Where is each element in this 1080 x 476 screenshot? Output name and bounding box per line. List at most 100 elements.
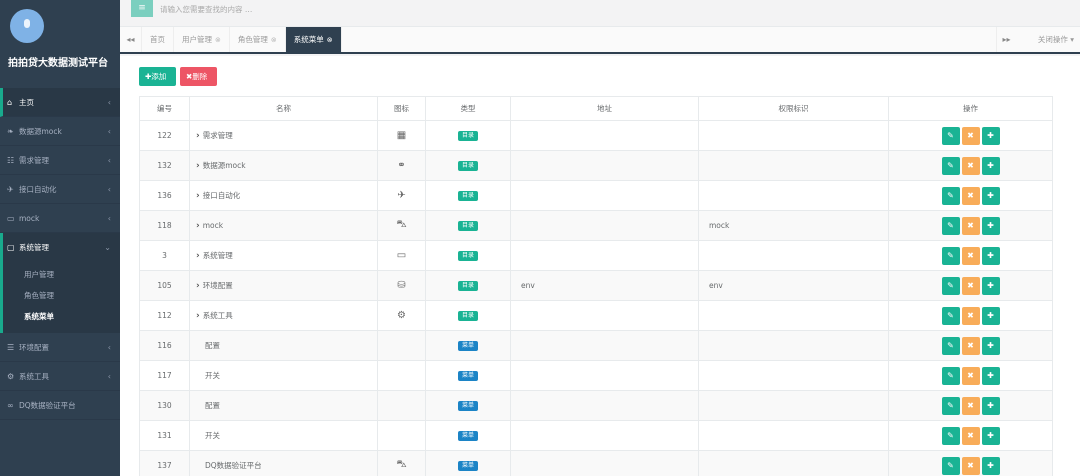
delete-row-button[interactable]: ✖	[961, 156, 980, 175]
edit-button[interactable]: ✎	[941, 426, 960, 445]
tab-close-icon[interactable]: ⊗	[327, 36, 333, 44]
close-operations-dropdown[interactable]: 关闭操作 ▾	[1038, 27, 1074, 52]
tab-item[interactable]: 系统菜单 ⊗	[285, 27, 342, 52]
delete-row-button[interactable]: ✖	[961, 366, 980, 385]
delete-row-button[interactable]: ✖	[961, 456, 980, 475]
avatar[interactable]	[10, 9, 44, 43]
row-address	[510, 240, 699, 271]
sidebar-item-label: 系统管理	[19, 243, 49, 252]
row-permission	[698, 390, 889, 421]
search-input[interactable]	[160, 2, 420, 16]
sidebar-subitem[interactable]: 角色管理	[3, 285, 120, 306]
delete-row-button[interactable]: ✖	[961, 246, 980, 265]
row-actions-cell: ✎ ✖ ✚	[888, 150, 1053, 181]
sidebar-item[interactable]: ▢ 系统管理 ⌄	[0, 233, 120, 262]
chevron-right-icon[interactable]: ›	[196, 311, 200, 321]
edit-button[interactable]: ✎	[941, 366, 960, 385]
sidebar-subitem[interactable]: 系统菜单	[3, 306, 120, 327]
delete-row-button[interactable]: ✖	[961, 306, 980, 325]
row-type-cell: 目录	[425, 150, 511, 181]
tab-close-icon[interactable]: ⊗	[271, 36, 277, 44]
tab-scroll-left-button[interactable]: ◂◂	[120, 27, 142, 52]
column-header: 操作	[888, 96, 1053, 121]
chevron-right-icon[interactable]: ›	[196, 191, 200, 201]
chevron-right-icon[interactable]: ›	[196, 251, 200, 261]
row-type-cell: 目录	[425, 270, 511, 301]
plane-icon: ✈	[7, 184, 14, 194]
row-icon-cell: ⛁	[377, 270, 426, 301]
row-type-cell: 菜单	[425, 450, 511, 476]
add-child-button[interactable]: ✚	[981, 366, 1000, 385]
delete-row-button[interactable]: ✖	[961, 186, 980, 205]
row-name: 配置	[205, 341, 220, 350]
row-actions: ✎ ✖ ✚	[889, 246, 1052, 265]
edit-button[interactable]: ✎	[941, 246, 960, 265]
row-name-cell: › 需求管理	[189, 120, 378, 151]
edit-button[interactable]: ✎	[941, 186, 960, 205]
delete-row-button[interactable]: ✖	[961, 126, 980, 145]
chevron-icon: ‹	[107, 184, 111, 194]
edit-button[interactable]: ✎	[941, 456, 960, 475]
row-name-cell: › mock	[189, 210, 378, 241]
row-actions-cell: ✎ ✖ ✚	[888, 210, 1053, 241]
row-type-cell: 目录	[425, 180, 511, 211]
sidebar-item[interactable]: ☷ 需求管理 ‹	[0, 146, 120, 175]
chevron-right-icon[interactable]: ›	[196, 161, 200, 171]
add-child-button[interactable]: ✚	[981, 126, 1000, 145]
delete-button[interactable]: ✖删除	[180, 67, 217, 86]
add-child-button[interactable]: ✚	[981, 396, 1000, 415]
column-header: 地址	[510, 96, 699, 121]
add-child-button[interactable]: ✚	[981, 456, 1000, 475]
delete-row-button[interactable]: ✖	[961, 216, 980, 235]
menu-toggle-button[interactable]: ≡	[131, 0, 153, 17]
type-badge: 目录	[457, 131, 478, 141]
add-child-button[interactable]: ✚	[981, 336, 1000, 355]
add-child-button[interactable]: ✚	[981, 216, 1000, 235]
row-permission	[698, 240, 889, 271]
tab-item[interactable]: 首页	[142, 27, 174, 52]
row-actions: ✎ ✖ ✚	[889, 306, 1052, 325]
chevron-icon: ‹	[107, 213, 111, 223]
sidebar-item[interactable]: ✈ 接口自动化 ‹	[0, 175, 120, 204]
delete-row-button[interactable]: ✖	[961, 426, 980, 445]
delete-row-button[interactable]: ✖	[961, 276, 980, 295]
tab-label: 角色管理	[237, 35, 268, 44]
chevron-right-icon[interactable]: ›	[196, 131, 200, 141]
table-row: 137 DQ数据验证平台 ⛍ 菜单 ✎ ✖ ✚	[139, 450, 1053, 476]
edit-button[interactable]: ✎	[941, 216, 960, 235]
edit-button[interactable]: ✎	[941, 336, 960, 355]
tab-item[interactable]: 角色管理 ⊗	[230, 27, 286, 52]
edit-button[interactable]: ✎	[941, 306, 960, 325]
sidebar-item[interactable]: ❧ 数据源mock ‹	[0, 117, 120, 146]
delete-row-button[interactable]: ✖	[961, 336, 980, 355]
edit-button[interactable]: ✎	[941, 156, 960, 175]
row-permission: mock	[698, 210, 889, 241]
tab-item[interactable]: 用户管理 ⊗	[174, 27, 230, 52]
tab-close-icon[interactable]: ⊗	[215, 36, 221, 44]
add-child-button[interactable]: ✚	[981, 426, 1000, 445]
sidebar-item[interactable]: ⌂ 主页 ‹	[0, 88, 120, 117]
add-child-button[interactable]: ✚	[981, 156, 1000, 175]
row-actions-cell: ✎ ✖ ✚	[888, 450, 1053, 476]
sidebar-item[interactable]: ⚙ 系统工具 ‹	[0, 362, 120, 391]
row-actions: ✎ ✖ ✚	[889, 216, 1052, 235]
row-permission	[698, 450, 889, 476]
chevron-right-icon[interactable]: ›	[196, 221, 200, 231]
sidebar-item[interactable]: ☰ 环境配置 ‹	[0, 333, 120, 362]
edit-button[interactable]: ✎	[941, 276, 960, 295]
sidebar-subitem[interactable]: 用户管理	[3, 264, 120, 285]
sidebar-item[interactable]: ∞ DQ数据验证平台	[0, 391, 120, 420]
tab-scroll-right-button[interactable]: ▸▸	[996, 27, 1016, 52]
edit-button[interactable]: ✎	[941, 126, 960, 145]
add-child-button[interactable]: ✚	[981, 276, 1000, 295]
row-id: 3	[139, 240, 190, 271]
chevron-right-icon[interactable]: ›	[196, 281, 200, 291]
add-child-button[interactable]: ✚	[981, 186, 1000, 205]
edit-button[interactable]: ✎	[941, 396, 960, 415]
delete-row-button[interactable]: ✖	[961, 396, 980, 415]
sidebar-item[interactable]: ▭ mock ‹	[0, 204, 120, 233]
desktop-icon: ▭	[396, 250, 407, 261]
add-button[interactable]: ✚添加	[139, 67, 176, 86]
add-child-button[interactable]: ✚	[981, 306, 1000, 325]
add-child-button[interactable]: ✚	[981, 246, 1000, 265]
